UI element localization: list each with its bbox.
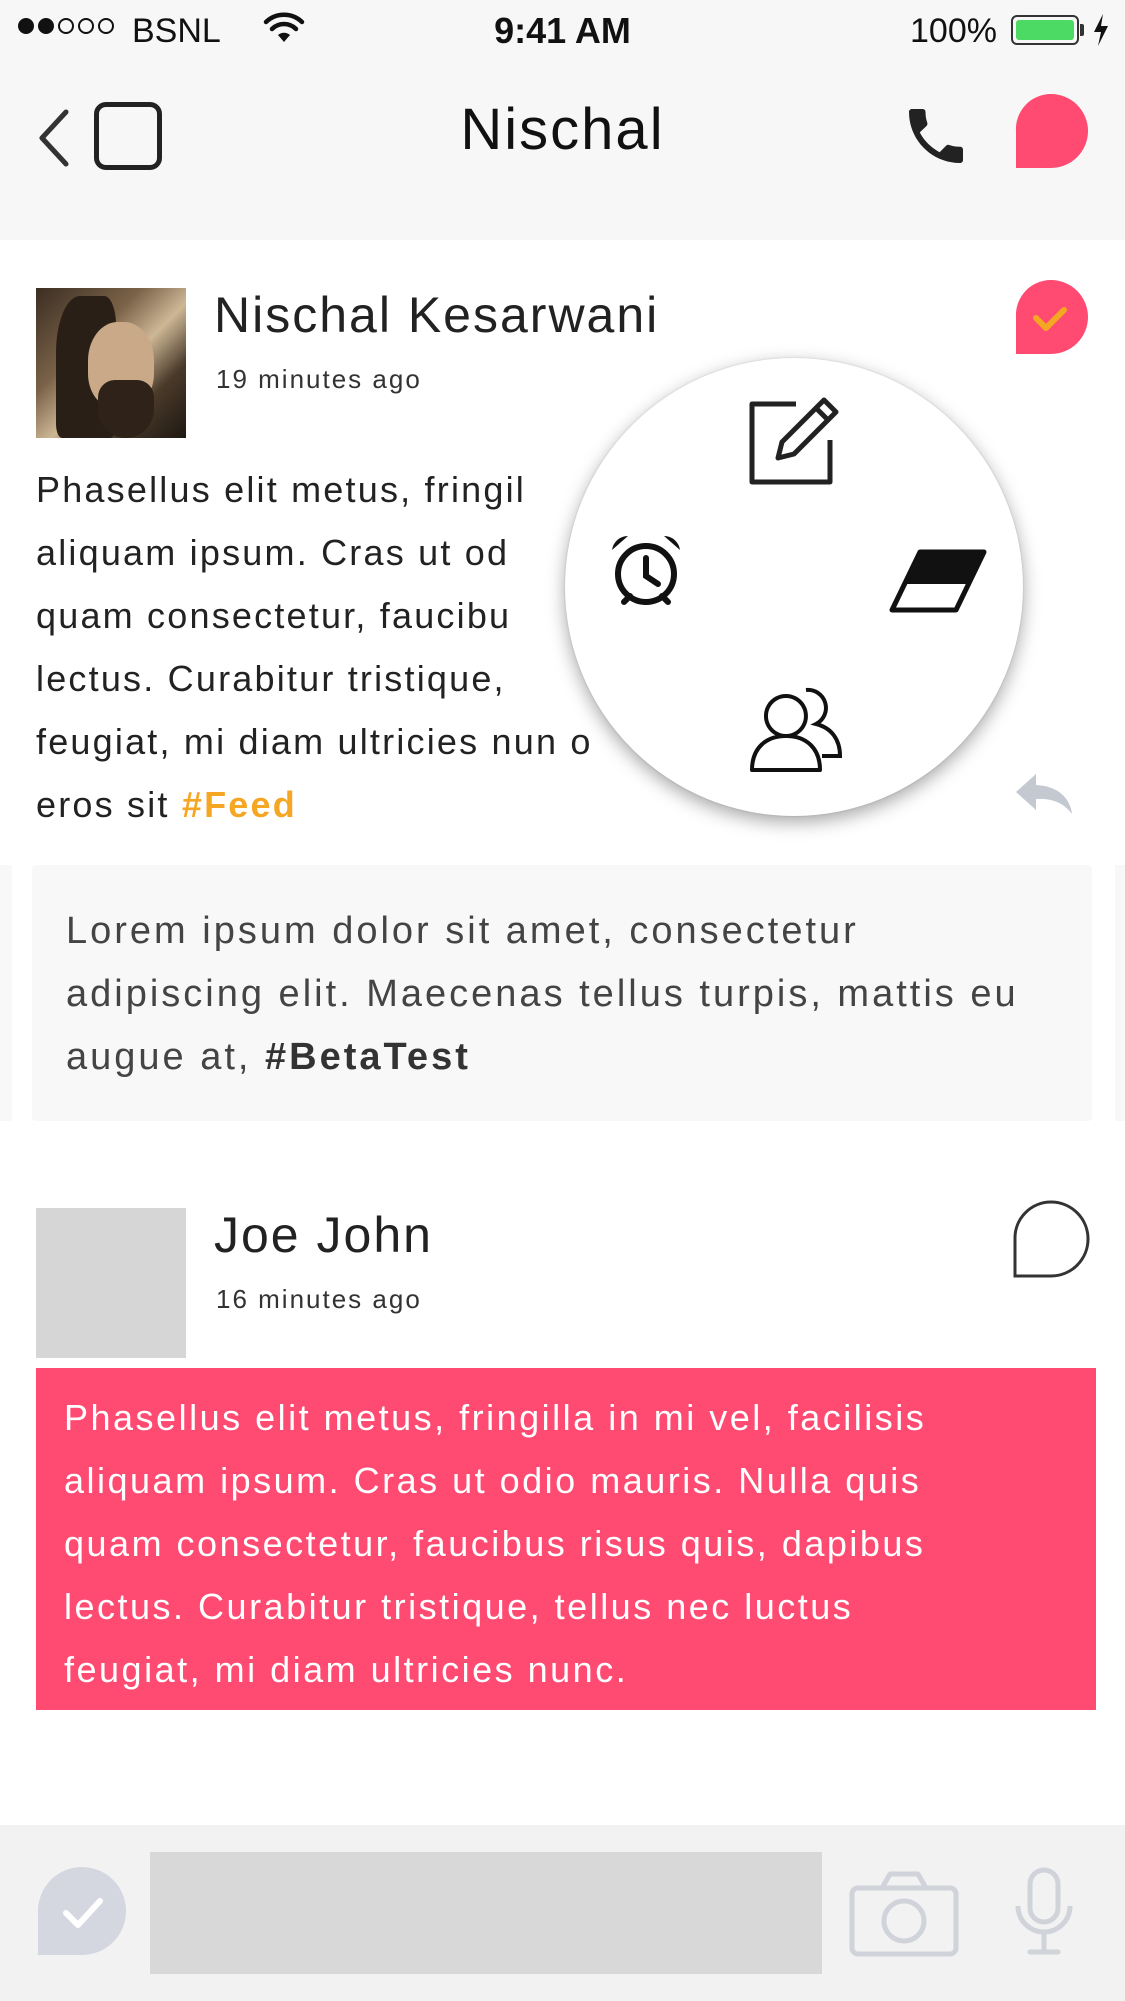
hashtag-link[interactable]: #BetaTest — [265, 1036, 471, 1078]
battery-percentage: 100% — [910, 12, 997, 50]
navigation-bar: Nischal — [0, 62, 1125, 240]
message-input[interactable] — [150, 1852, 822, 1974]
battery-icon — [1011, 15, 1079, 45]
eraser-icon[interactable] — [884, 548, 988, 623]
chat-bubble-icon[interactable] — [1012, 92, 1090, 175]
phone-icon[interactable] — [900, 100, 972, 177]
hashtag-link[interactable]: #Feed — [182, 784, 297, 825]
post-timestamp: 16 minutes ago — [216, 1284, 422, 1314]
avatar[interactable] — [36, 288, 186, 438]
avatar[interactable] — [36, 1208, 186, 1358]
adjacent-card-edge — [0, 865, 12, 1121]
post-author[interactable]: Joe John — [214, 1206, 433, 1264]
comment-bubble-icon[interactable] — [1010, 1198, 1092, 1285]
reply-icon[interactable] — [1012, 770, 1076, 823]
post-body-text: Phasellus elit metus, fringil aliquam ip… — [36, 469, 593, 825]
message-text: Phasellus elit metus, fringilla in mi ve… — [64, 1397, 927, 1690]
microphone-icon[interactable] — [1012, 1866, 1076, 1963]
alarm-icon[interactable] — [606, 530, 686, 615]
people-icon[interactable] — [748, 682, 844, 779]
battery-cap — [1080, 24, 1084, 36]
camera-icon[interactable] — [848, 1870, 960, 1963]
quote-text: Lorem ipsum dolor sit amet, consectetur … — [66, 900, 1066, 1089]
quote-body: Lorem ipsum dolor sit amet, consectetur … — [66, 910, 1019, 1078]
checkmark-bubble-icon[interactable] — [36, 1865, 128, 1962]
edit-icon[interactable] — [744, 396, 840, 493]
status-bar: BSNL 9:41 AM 100% — [0, 0, 1125, 62]
post-timestamp: 19 minutes ago — [216, 364, 422, 394]
charging-icon — [1092, 12, 1110, 53]
adjacent-card-edge — [1115, 865, 1125, 1121]
check-bubble-icon[interactable] — [1012, 278, 1090, 361]
post-author[interactable]: Nischal Kesarwani — [214, 286, 659, 344]
